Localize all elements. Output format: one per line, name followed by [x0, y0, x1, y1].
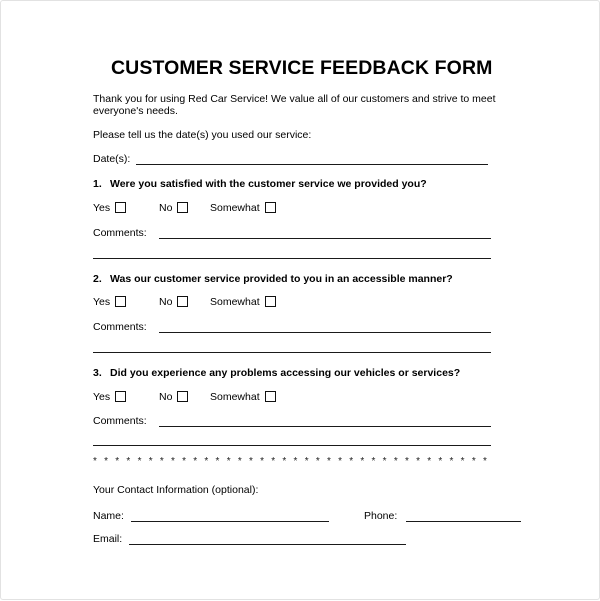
- page-title: CUSTOMER SERVICE FEEDBACK FORM: [111, 57, 493, 79]
- choice-somewhat-q2[interactable]: Somewhat: [210, 295, 276, 309]
- name-input-line[interactable]: [131, 521, 329, 522]
- checkbox-somewhat-q3[interactable]: [264, 391, 276, 402]
- choice-no-label-q1: No: [159, 202, 173, 214]
- date-field-row: Date(s):: [93, 153, 488, 167]
- form-body: CUSTOMER SERVICE FEEDBACK FORM Thank you…: [93, 1, 521, 601]
- choice-yes-label-q1: Yes: [93, 202, 111, 214]
- question-1-text: Were you satisfied with the customer ser…: [110, 178, 427, 190]
- phone-field-row: Phone:: [364, 510, 521, 524]
- choice-yes-label-q3: Yes: [93, 391, 111, 403]
- question-2-choices: Yes No Somewhat: [93, 295, 293, 309]
- choice-somewhat-q3[interactable]: Somewhat: [210, 390, 276, 404]
- checkbox-no-q1[interactable]: [177, 202, 189, 213]
- choice-no-q2[interactable]: No: [159, 295, 189, 309]
- asterisk-divider: ****************************************…: [93, 456, 493, 467]
- name-field-row: Name:: [93, 510, 329, 524]
- comments-label-q1: Comments:: [93, 227, 147, 239]
- choice-somewhat-q1[interactable]: Somewhat: [210, 201, 276, 215]
- comments-input-line-q1-2[interactable]: [93, 258, 491, 259]
- question-1-comments-row: Comments:: [93, 227, 491, 241]
- checkbox-somewhat-q1[interactable]: [264, 202, 276, 213]
- date-input-line[interactable]: [136, 164, 488, 165]
- question-2-comments-row: Comments:: [93, 321, 491, 335]
- checkbox-no-q3[interactable]: [177, 391, 189, 402]
- choice-no-label-q3: No: [159, 391, 173, 403]
- choice-somewhat-label-q1: Somewhat: [210, 202, 260, 214]
- choice-no-q1[interactable]: No: [159, 201, 189, 215]
- choice-yes-q1[interactable]: Yes: [93, 201, 127, 215]
- date-prompt-text: Please tell us the date(s) you used our …: [93, 129, 312, 141]
- question-3-comments-row: Comments:: [93, 415, 491, 429]
- choice-yes-q2[interactable]: Yes: [93, 295, 127, 309]
- checkbox-somewhat-q2[interactable]: [264, 296, 276, 307]
- comments-label-q3: Comments:: [93, 415, 147, 427]
- comments-input-line-q2-1[interactable]: [159, 332, 491, 333]
- question-1-number: 1.: [93, 178, 102, 190]
- checkbox-yes-q2[interactable]: [115, 296, 127, 307]
- comments-label-q2: Comments:: [93, 321, 147, 333]
- email-field-row: Email:: [93, 533, 406, 547]
- question-2-text: Was our customer service provided to you…: [110, 273, 453, 285]
- question-1-choices: Yes No Somewhat: [93, 201, 293, 215]
- choice-no-label-q2: No: [159, 296, 173, 308]
- choice-yes-q3[interactable]: Yes: [93, 390, 127, 404]
- checkbox-no-q2[interactable]: [177, 296, 189, 307]
- question-3-text: Did you experience any problems accessin…: [110, 367, 461, 379]
- question-1-heading: 1. Were you satisfied with the customer s…: [93, 178, 427, 190]
- comments-input-line-q1-1[interactable]: [159, 238, 491, 239]
- page-sheet: CUSTOMER SERVICE FEEDBACK FORM Thank you…: [0, 0, 600, 600]
- choice-yes-label-q2: Yes: [93, 296, 111, 308]
- comments-input-line-q3-1[interactable]: [159, 426, 491, 427]
- checkbox-yes-q1[interactable]: [115, 202, 127, 213]
- comments-input-line-q2-2[interactable]: [93, 352, 491, 353]
- choice-no-q3[interactable]: No: [159, 390, 189, 404]
- contact-section-heading: Your Contact Information (optional):: [93, 484, 259, 496]
- phone-input-line[interactable]: [406, 521, 521, 522]
- choice-somewhat-label-q3: Somewhat: [210, 391, 260, 403]
- choice-somewhat-label-q2: Somewhat: [210, 296, 260, 308]
- email-field-label: Email:: [93, 533, 123, 545]
- question-2-heading: 2. Was our customer service provided to y…: [93, 273, 453, 285]
- question-3-heading: 3. Did you experience any problems access…: [93, 367, 460, 379]
- phone-field-label: Phone:: [364, 510, 398, 522]
- email-input-line[interactable]: [129, 544, 406, 545]
- comments-input-line-q3-2[interactable]: [93, 445, 491, 446]
- checkbox-yes-q3[interactable]: [115, 391, 127, 402]
- question-2-number: 2.: [93, 273, 102, 285]
- name-field-label: Name:: [93, 510, 124, 522]
- date-field-label: Date(s):: [93, 153, 131, 165]
- intro-paragraph: Thank you for using Red Car Service! We …: [93, 93, 496, 118]
- question-3-choices: Yes No Somewhat: [93, 390, 293, 404]
- question-3-number: 3.: [93, 367, 102, 379]
